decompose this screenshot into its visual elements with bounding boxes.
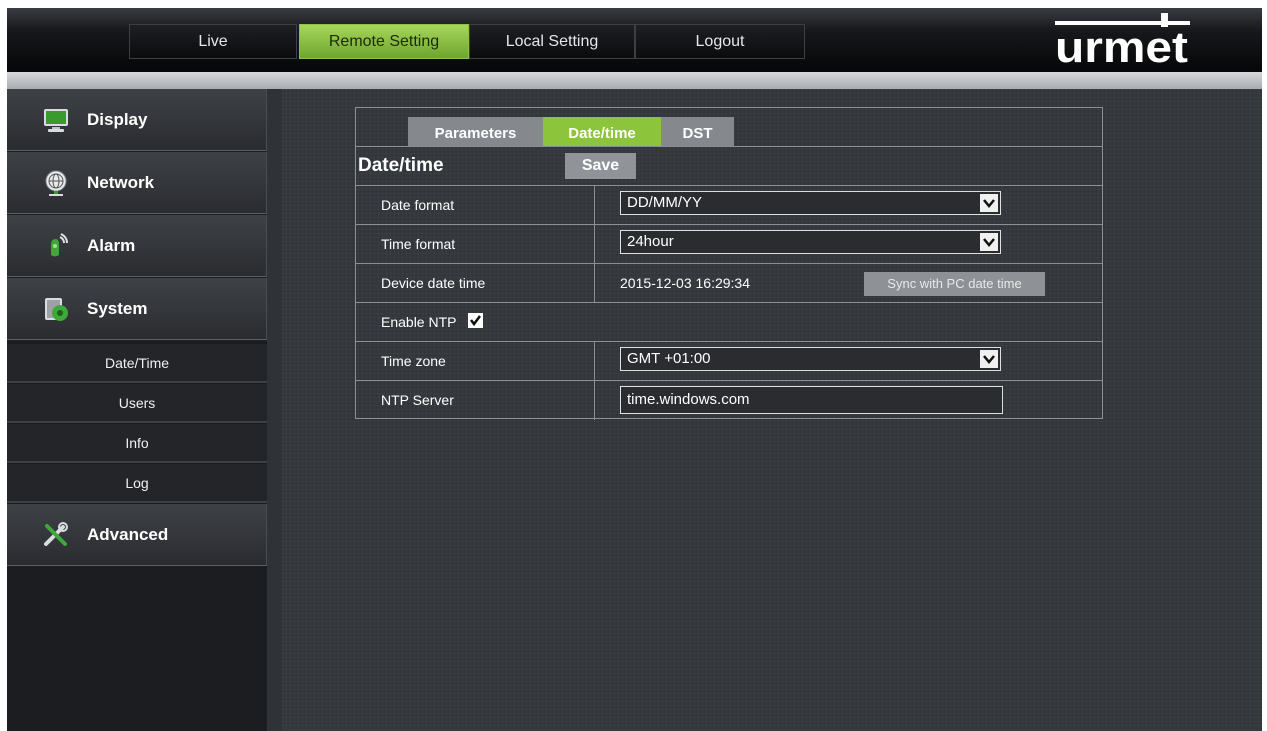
row-device-datetime: Device date time 2015-12-03 16:29:34 Syn… bbox=[356, 263, 1102, 303]
system-gear-icon bbox=[45, 298, 68, 321]
top-divider-strip bbox=[7, 72, 1262, 89]
ntp-server-input[interactable]: time.windows.com bbox=[620, 386, 1003, 414]
sidebar-subitem-log[interactable]: Log bbox=[7, 464, 267, 503]
time-format-label: Time format bbox=[381, 236, 456, 252]
tools-icon bbox=[44, 522, 68, 546]
settings-panel: Parameters Date/time DST Date/time Save … bbox=[355, 107, 1103, 420]
urmet-logo: urmet bbox=[1055, 13, 1190, 68]
divider bbox=[594, 186, 595, 225]
time-format-select[interactable]: 24hour bbox=[620, 230, 1001, 254]
time-zone-label: Time zone bbox=[381, 353, 446, 369]
chevron-down-icon bbox=[980, 194, 998, 212]
alarm-icon bbox=[51, 233, 68, 257]
date-format-select[interactable]: DD/MM/YY bbox=[620, 191, 1001, 215]
device-datetime-label: Device date time bbox=[381, 275, 486, 291]
row-time-format: Time format 24hour bbox=[356, 224, 1102, 264]
subtab-dst[interactable]: DST bbox=[661, 117, 734, 146]
subtab-parameters[interactable]: Parameters bbox=[408, 117, 543, 146]
sidebar-subitem-users[interactable]: Users bbox=[7, 384, 267, 423]
sidebar-item-system[interactable]: System bbox=[7, 278, 267, 340]
row-date-format: Date format DD/MM/YY bbox=[356, 185, 1102, 225]
sidebar-item-network[interactable]: Network bbox=[7, 152, 267, 214]
divider bbox=[356, 146, 1102, 147]
tab-local-setting[interactable]: Local Setting bbox=[469, 24, 635, 59]
tab-live[interactable]: Live bbox=[129, 24, 297, 59]
divider bbox=[594, 225, 595, 264]
sidebar-item-advanced[interactable]: Advanced bbox=[7, 504, 267, 566]
app-window: Live Remote Setting Local Setting Logout… bbox=[7, 8, 1262, 731]
enable-ntp-checkbox[interactable] bbox=[468, 313, 483, 328]
globe-icon bbox=[45, 170, 67, 196]
sidebar-item-alarm[interactable]: Alarm bbox=[7, 215, 267, 277]
divider bbox=[594, 342, 595, 381]
ntp-server-label: NTP Server bbox=[381, 392, 454, 408]
section-title: Date/time bbox=[358, 155, 444, 176]
date-format-value: DD/MM/YY bbox=[627, 194, 702, 211]
sidebar-subitem-datetime[interactable]: Date/Time bbox=[7, 344, 267, 383]
chevron-down-icon bbox=[980, 350, 998, 368]
device-datetime-value: 2015-12-03 16:29:34 bbox=[620, 275, 750, 291]
date-format-label: Date format bbox=[381, 197, 455, 213]
sidebar-item-label: System bbox=[87, 299, 148, 318]
monitor-icon bbox=[44, 109, 68, 132]
divider bbox=[594, 381, 595, 420]
tab-logout[interactable]: Logout bbox=[635, 24, 805, 59]
time-format-value: 24hour bbox=[627, 233, 674, 250]
sidebar-item-label: Alarm bbox=[87, 236, 136, 255]
sync-pc-time-button[interactable]: Sync with PC date time bbox=[864, 272, 1045, 296]
row-time-zone: Time zone GMT +01:00 bbox=[356, 341, 1102, 381]
sidebar-item-label: Network bbox=[87, 173, 155, 192]
sidebar-item-label: Display bbox=[87, 110, 148, 129]
row-ntp-server: NTP Server time.windows.com bbox=[356, 380, 1102, 420]
divider bbox=[594, 264, 595, 303]
main-content: Parameters Date/time DST Date/time Save … bbox=[282, 89, 1262, 731]
time-zone-value: GMT +01:00 bbox=[627, 350, 711, 367]
sidebar-subitem-info[interactable]: Info bbox=[7, 424, 267, 463]
sidebar-item-display[interactable]: Display bbox=[7, 89, 267, 151]
sidebar-item-label: Advanced bbox=[87, 525, 169, 544]
svg-text:urmet: urmet bbox=[1055, 23, 1188, 68]
sidebar: Display Network Alarm System Date/Time U… bbox=[7, 89, 267, 731]
chevron-down-icon bbox=[980, 233, 998, 251]
row-enable-ntp: Enable NTP bbox=[356, 302, 1102, 341]
top-nav-bar: Live Remote Setting Local Setting Logout… bbox=[7, 8, 1262, 72]
time-zone-select[interactable]: GMT +01:00 bbox=[620, 347, 1001, 371]
enable-ntp-label: Enable NTP bbox=[381, 314, 457, 330]
subtab-datetime[interactable]: Date/time bbox=[543, 117, 661, 146]
tab-remote-setting[interactable]: Remote Setting bbox=[299, 24, 469, 59]
save-button[interactable]: Save bbox=[565, 153, 636, 179]
